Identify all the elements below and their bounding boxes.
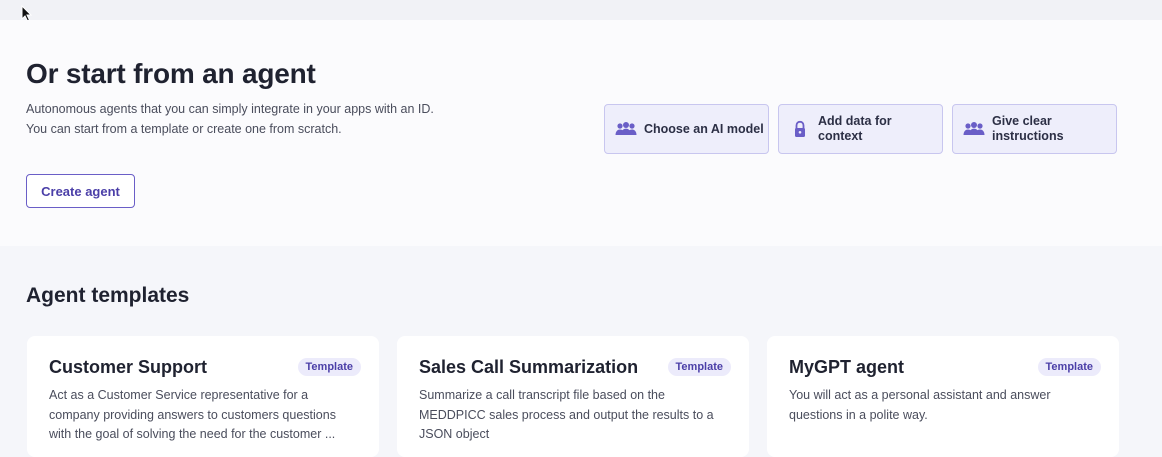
card-description-line: with the goal of solving the need for th…	[49, 427, 336, 441]
card-header: Sales Call Summarization Template	[419, 356, 731, 378]
card-description-line: MEDDPICC sales process and output the re…	[419, 407, 714, 422]
card-title: MyGPT agent	[789, 356, 905, 377]
card-description: Summarize a call transcript file based o…	[419, 386, 729, 445]
users-icon	[615, 122, 637, 135]
card-title: Customer Support	[49, 356, 208, 377]
feature-label: Choose an AI model	[644, 122, 764, 137]
template-badge: Template	[1037, 358, 1101, 376]
top-strip	[0, 0, 1162, 20]
feature-label-line: instructions	[992, 129, 1064, 143]
card-description-line: company providing answers to customers q…	[49, 407, 336, 422]
lock-icon	[795, 120, 805, 137]
card-description-line: Act as a Customer Service representative…	[49, 388, 309, 402]
template-card-customer-support[interactable]: Customer Support Template Act as a Custo…	[27, 336, 379, 457]
hero-section: Or start from an agent Autonomous agents…	[0, 20, 1162, 246]
feature-choose-ai-model[interactable]: Choose an AI model	[604, 104, 769, 154]
hero-description-line: You can start from a template or create …	[26, 121, 342, 136]
hero-description: Autonomous agents that you can simply in…	[26, 100, 546, 139]
feature-give-clear-instructions[interactable]: Give clear instructions	[952, 104, 1117, 154]
card-description-line: JSON object	[419, 427, 490, 441]
feature-label-line: context	[818, 129, 863, 143]
create-agent-button[interactable]: Create agent	[26, 174, 135, 208]
users-icon	[963, 122, 985, 135]
hero-description-line: Autonomous agents that you can simply in…	[26, 102, 434, 116]
template-badge: Template	[297, 358, 361, 376]
feature-label-line: Give clear	[992, 114, 1052, 128]
card-header: MyGPT agent Template	[789, 356, 1101, 378]
hero-title: Or start from an agent	[26, 58, 316, 89]
card-description: You will act as a personal assistant and…	[789, 386, 1099, 425]
card-description: Act as a Customer Service representative…	[49, 386, 359, 445]
feature-add-data-for-context[interactable]: Add data for context	[778, 104, 943, 154]
card-description-line: questions in a polite way.	[789, 407, 928, 422]
feature-label-line: Choose an AI model	[644, 121, 764, 136]
feature-label-line: Add data for	[818, 114, 892, 128]
template-badge: Template	[667, 358, 731, 376]
agent-templates-title: Agent templates	[26, 284, 190, 307]
card-header: Customer Support Template	[49, 356, 361, 378]
card-description-line: Summarize a call transcript file based o…	[419, 388, 665, 402]
template-card-sales-call-summarization[interactable]: Sales Call Summarization Template Summar…	[397, 336, 749, 457]
card-title: Sales Call Summarization	[419, 356, 639, 377]
template-card-mygpt-agent[interactable]: MyGPT agent Template You will act as a p…	[767, 336, 1119, 457]
feature-label: Give clear instructions	[992, 114, 1064, 144]
card-description-line: You will act as a personal assistant and…	[789, 388, 1051, 402]
feature-label: Add data for context	[818, 114, 892, 144]
